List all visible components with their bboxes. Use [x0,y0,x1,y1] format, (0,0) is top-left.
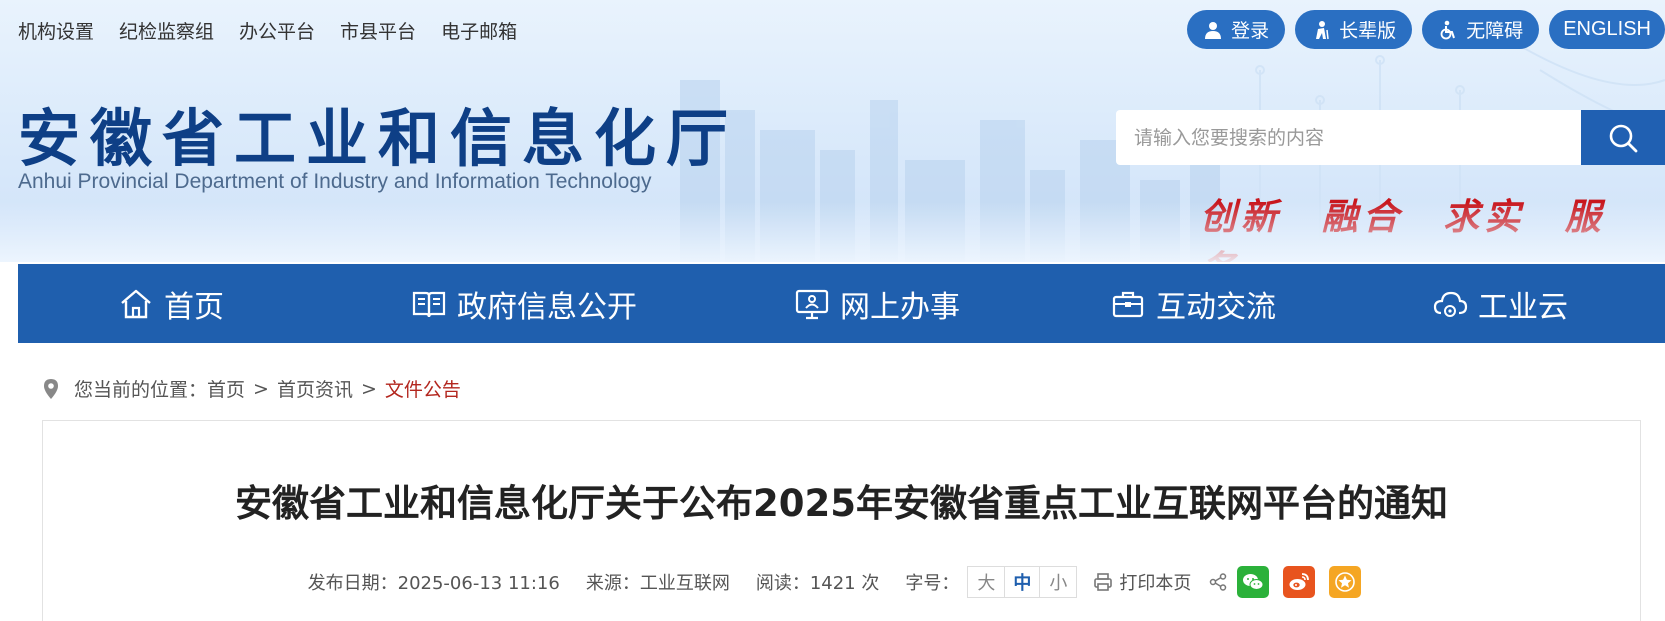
font-size-small[interactable]: 小 [1040,567,1076,597]
accessibility-button[interactable]: 无障碍 [1422,10,1540,49]
breadcrumb-separator: > [253,377,269,400]
book-icon [411,286,447,322]
cloud-gear-icon [1432,286,1468,322]
link-county-platform[interactable]: 市县平台 [340,17,416,44]
english-button[interactable]: ENGLISH [1549,10,1665,49]
weibo-share-button[interactable] [1283,566,1316,598]
nav-label: 首页 [164,289,224,325]
slogan-word: 融合 [1321,196,1404,238]
read-count: 阅读：1421 次 [755,573,880,594]
accessibility-label: 无障碍 [1466,20,1524,42]
main-nav: 首页 政府信息公开 网上办事 互动交流 工业云 [18,264,1665,343]
breadcrumb-news[interactable]: 首页资讯 [277,375,353,402]
nav-item-home[interactable]: 首页 [118,264,224,343]
elder-mode-label: 长辈版 [1339,20,1397,42]
header-banner: 机构设置 纪检监察组 办公平台 市县平台 电子邮箱 登录 长辈版 无障碍 ENG… [0,0,1665,262]
elder-icon [1311,20,1331,40]
font-size-large[interactable]: 大 [968,567,1004,597]
nav-item-online-service[interactable]: 网上办事 [794,264,960,343]
breadcrumb-current[interactable]: 文件公告 [385,375,461,402]
font-size-label: 字号： [905,573,960,594]
publish-date: 发布日期：2025-06-13 11:16 [307,573,560,594]
location-pin-icon [44,378,58,399]
nav-label: 网上办事 [840,289,960,325]
print-button[interactable]: 打印本页 [1093,569,1191,595]
article-title: 安徽省工业和信息化厅关于公布2025年安徽省重点工业互联网平台的通知 [235,482,1448,525]
nav-item-gov-info[interactable]: 政府信息公开 [411,264,637,343]
top-buttons: 登录 长辈版 无障碍 ENGLISH [1177,10,1665,49]
wheelchair-icon [1438,20,1458,40]
briefcase-icon [1110,286,1146,322]
link-org-structure[interactable]: 机构设置 [18,17,94,44]
article-meta: 发布日期：2025-06-13 11:16 来源：工业互联网 阅读：1421 次… [43,566,1640,598]
link-email[interactable]: 电子邮箱 [441,17,517,44]
login-button[interactable]: 登录 [1187,10,1286,49]
elder-mode-button[interactable]: 长辈版 [1295,10,1413,49]
slogan-word: 创新 [1200,196,1283,238]
breadcrumb-separator: > [360,377,377,400]
login-label: 登录 [1231,20,1270,42]
top-links: 机构设置 纪检监察组 办公平台 市县平台 电子邮箱 [18,17,542,44]
search-box [1116,110,1665,165]
site-logo-en: Anhui Provincial Department of Industry … [18,170,652,193]
nav-label: 工业云 [1478,289,1568,325]
search-input[interactable] [1116,110,1581,165]
breadcrumb-home[interactable]: 首页 [207,375,245,402]
font-size-switcher: 大 中 小 [967,566,1078,598]
share-icon [1210,573,1227,591]
star-icon [1335,572,1356,592]
printer-icon [1094,573,1113,591]
link-office-platform[interactable]: 办公平台 [239,17,315,44]
nav-item-industrial-cloud[interactable]: 工业云 [1432,264,1568,343]
slogan-word: 服务 [1200,196,1606,262]
nav-label: 政府信息公开 [457,289,637,325]
article-card: 安徽省工业和信息化厅关于公布2025年安徽省重点工业互联网平台的通知 发布日期：… [42,420,1641,621]
favorite-button[interactable] [1329,566,1362,598]
nav-item-interaction[interactable]: 互动交流 [1110,264,1276,343]
english-label: ENGLISH [1563,18,1651,40]
weibo-icon [1289,573,1310,590]
wechat-icon [1243,574,1264,590]
monitor-icon [794,286,830,322]
search-button[interactable] [1581,110,1665,165]
breadcrumb: 您当前的位置： 首页 > 首页资讯 > 文件公告 [42,375,461,402]
link-discipline-group[interactable]: 纪检监察组 [119,17,214,44]
nav-label: 互动交流 [1156,289,1276,325]
font-size-medium[interactable]: 中 [1004,567,1041,597]
print-label: 打印本页 [1119,573,1192,594]
wechat-share-button[interactable] [1237,566,1270,598]
home-icon [118,286,154,322]
user-icon [1203,20,1223,40]
search-icon [1609,124,1638,152]
slogan-word: 求实 [1443,196,1526,238]
site-logo-cn[interactable]: 安徽省工业和信息化厅 [18,88,738,178]
slogan: 创新 融合 求实 服务 [1200,188,1665,262]
article-source: 来源：工业互联网 [585,573,730,594]
breadcrumb-prefix: 您当前的位置： [74,379,208,401]
